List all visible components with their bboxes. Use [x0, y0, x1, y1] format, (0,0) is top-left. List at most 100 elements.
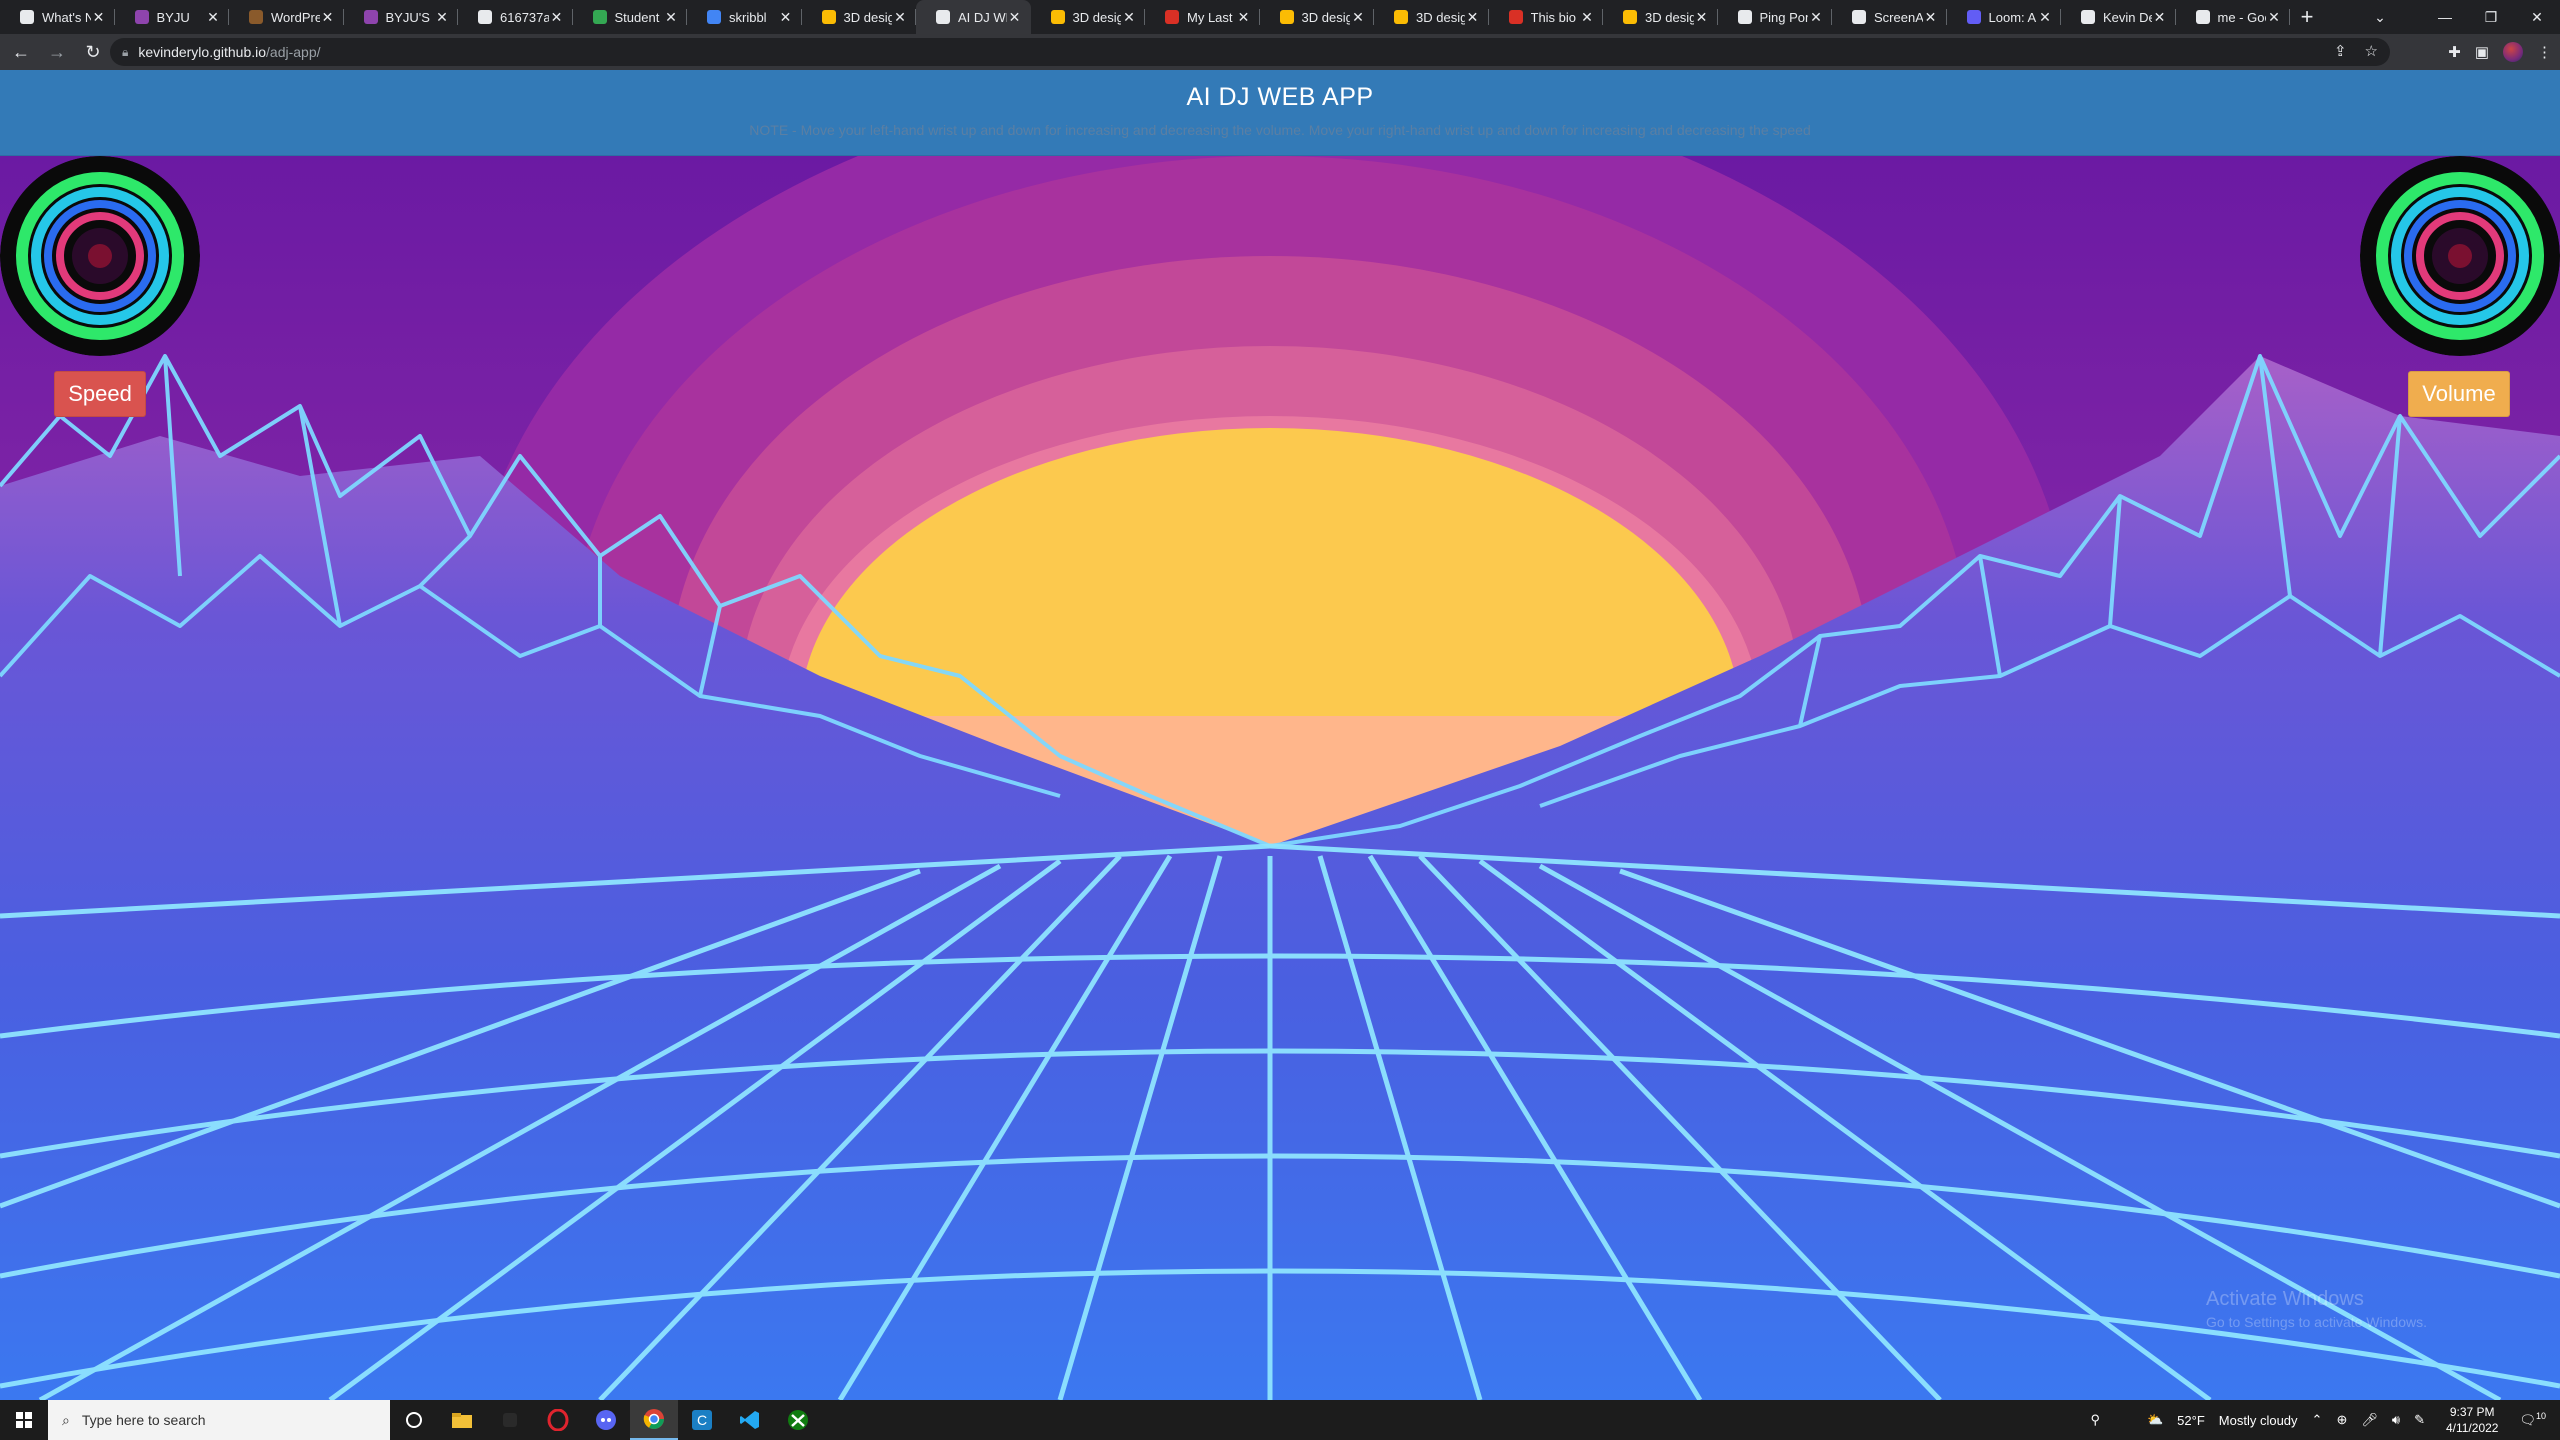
- close-tab-icon[interactable]: ✕: [205, 9, 221, 26]
- browser-tab[interactable]: 3D desig ✕: [1603, 0, 1718, 34]
- favicon-icon: [249, 10, 263, 24]
- favicon-icon: [1165, 10, 1179, 24]
- close-window-icon[interactable]: ✕: [2514, 0, 2560, 34]
- close-tab-icon[interactable]: ✕: [1236, 9, 1252, 26]
- weather-status: Mostly cloudy: [2218, 1412, 2298, 1428]
- browser-tab[interactable]: 3D desig ✕: [802, 0, 917, 34]
- tab-list: What's N✕BYJU✕WordPre✕BYJU'S F✕616737a✕S…: [0, 0, 2290, 34]
- discord-icon[interactable]: [582, 1400, 630, 1440]
- tab-title: 3D desig: [1645, 9, 1694, 25]
- taskbar-search-input[interactable]: ⌕ Type here to search: [48, 1400, 390, 1440]
- tab-search-icon[interactable]: ⌄: [2360, 0, 2400, 34]
- tab-title: Kevin De: [2103, 9, 2152, 25]
- app-icon-dark[interactable]: [486, 1400, 534, 1440]
- close-tab-icon[interactable]: ✕: [434, 9, 450, 26]
- tab-title: AI DJ WE: [958, 9, 1007, 25]
- close-tab-icon[interactable]: ✕: [320, 9, 336, 26]
- close-tab-icon[interactable]: ✕: [663, 9, 679, 26]
- forward-icon[interactable]: →: [42, 37, 72, 67]
- minimize-icon[interactable]: —: [2422, 0, 2468, 34]
- close-tab-icon[interactable]: ✕: [91, 9, 107, 26]
- pen-icon[interactable]: ✎: [2407, 1412, 2432, 1428]
- browser-tab[interactable]: What's N ✕: [0, 0, 115, 34]
- browser-tab[interactable]: WordPre ✕: [229, 0, 344, 34]
- favicon-icon: [2195, 10, 2210, 24]
- close-tab-icon[interactable]: ✕: [2152, 9, 2168, 26]
- browser-tab[interactable]: 3D desig ✕: [1260, 0, 1375, 34]
- file-explorer-icon[interactable]: [438, 1400, 486, 1440]
- volume-button[interactable]: Volume: [2408, 371, 2510, 417]
- browser-tab[interactable]: 616737a ✕: [458, 0, 573, 34]
- window-controls: — ❐ ✕: [2422, 0, 2560, 34]
- cortana-icon[interactable]: [390, 1400, 438, 1440]
- browser-tab[interactable]: 3D desig ✕: [1374, 0, 1489, 34]
- close-tab-icon[interactable]: ✕: [1923, 9, 1939, 26]
- close-tab-icon[interactable]: ✕: [549, 9, 565, 26]
- close-tab-icon[interactable]: ✕: [1465, 9, 1481, 26]
- network-icon[interactable]: ⊕: [2329, 1412, 2354, 1428]
- notifications-icon[interactable]: 🗨︎10: [2512, 1411, 2560, 1428]
- reload-icon[interactable]: ↻: [78, 37, 108, 67]
- profile-avatar[interactable]: [2503, 42, 2523, 62]
- close-tab-icon[interactable]: ✕: [778, 9, 794, 26]
- extensions-icon[interactable]: ✚: [2448, 43, 2461, 61]
- close-tab-icon[interactable]: ✕: [1808, 9, 1824, 26]
- browser-tab[interactable]: This bio ✕: [1489, 0, 1604, 34]
- favicon-icon: [20, 10, 34, 24]
- windows-start-icon[interactable]: [0, 1400, 48, 1440]
- activate-windows-watermark: Activate Windows Go to Settings to activ…: [2206, 1288, 2427, 1330]
- browser-tab[interactable]: BYJU ✕: [115, 0, 230, 34]
- bookmark-star-icon[interactable]: ☆: [2365, 42, 2378, 60]
- close-tab-icon[interactable]: ✕: [1121, 9, 1137, 26]
- favicon-icon: [592, 10, 607, 24]
- new-tab-button[interactable]: +: [2290, 0, 2324, 34]
- page-title: AI DJ WEB APP: [1186, 83, 1374, 111]
- weather-icon[interactable]: ⛅: [2107, 1412, 2170, 1428]
- tab-title: me - Goo: [2217, 9, 2267, 25]
- turntable-left-icon: [0, 156, 200, 356]
- speaker-icon[interactable]: 🔊︎: [2385, 1412, 2407, 1428]
- browser-tab[interactable]: Loom: A ✕: [1947, 0, 2062, 34]
- xbox-icon[interactable]: [774, 1400, 822, 1440]
- browser-tab[interactable]: 3D desig ✕: [1031, 0, 1146, 34]
- close-tab-icon[interactable]: ✕: [1694, 9, 1710, 26]
- chrome-icon[interactable]: [630, 1400, 678, 1440]
- browser-tab[interactable]: AI DJ WE✕: [916, 0, 1031, 34]
- ccleaner-icon[interactable]: C: [678, 1400, 726, 1440]
- browser-tab[interactable]: Ping Pon ✕: [1718, 0, 1833, 34]
- microphone-icon[interactable]: 🎤︎: [2354, 1412, 2385, 1428]
- favicon-icon: [1394, 10, 1408, 24]
- close-tab-icon[interactable]: ✕: [2037, 9, 2053, 26]
- address-bar[interactable]: 🔒︎ kevinderylo.github.io/adj-app/ ⇪ ☆: [110, 38, 2390, 66]
- browser-tab[interactable]: BYJU'S F✕: [344, 0, 459, 34]
- browser-tab[interactable]: My Last ✕: [1145, 0, 1260, 34]
- browser-tab[interactable]: ScreenA ✕: [1832, 0, 1947, 34]
- temperature: 52°F: [2177, 1412, 2205, 1428]
- back-icon[interactable]: ←: [6, 37, 36, 67]
- tab-title: WordPre: [271, 9, 320, 25]
- side-panel-icon[interactable]: ▣: [2475, 43, 2489, 61]
- browser-tab[interactable]: Student ✕: [573, 0, 688, 34]
- synthwave-background: [0, 156, 2560, 1400]
- share-icon[interactable]: ⇪: [2334, 42, 2347, 60]
- tab-title: Ping Pon: [1759, 9, 1809, 25]
- speed-button[interactable]: Speed: [54, 371, 146, 417]
- clock[interactable]: 9:37 PM 4/11/2022: [2432, 1404, 2513, 1436]
- people-icon[interactable]: ⚲: [2083, 1412, 2107, 1428]
- browser-tab[interactable]: skribbl ✕: [687, 0, 802, 34]
- menu-icon[interactable]: ⋮: [2537, 43, 2552, 61]
- browser-tab[interactable]: me - Goo✕: [2176, 0, 2291, 34]
- close-tab-icon[interactable]: ✕: [2266, 9, 2282, 26]
- close-tab-icon[interactable]: ✕: [1350, 9, 1366, 26]
- tab-title: 3D desig: [843, 9, 893, 25]
- opera-icon[interactable]: [534, 1400, 582, 1440]
- tab-title: 3D desig: [1072, 9, 1122, 25]
- clock-time: 9:37 PM: [2449, 1405, 2495, 1419]
- vscode-icon[interactable]: [726, 1400, 774, 1440]
- close-tab-icon[interactable]: ✕: [1007, 9, 1023, 26]
- browser-tab[interactable]: Kevin De ✕: [2061, 0, 2176, 34]
- close-tab-icon[interactable]: ✕: [1579, 9, 1595, 26]
- chevron-up-icon[interactable]: ⌃: [2305, 1412, 2330, 1428]
- close-tab-icon[interactable]: ✕: [892, 9, 908, 26]
- restore-icon[interactable]: ❐: [2468, 0, 2514, 34]
